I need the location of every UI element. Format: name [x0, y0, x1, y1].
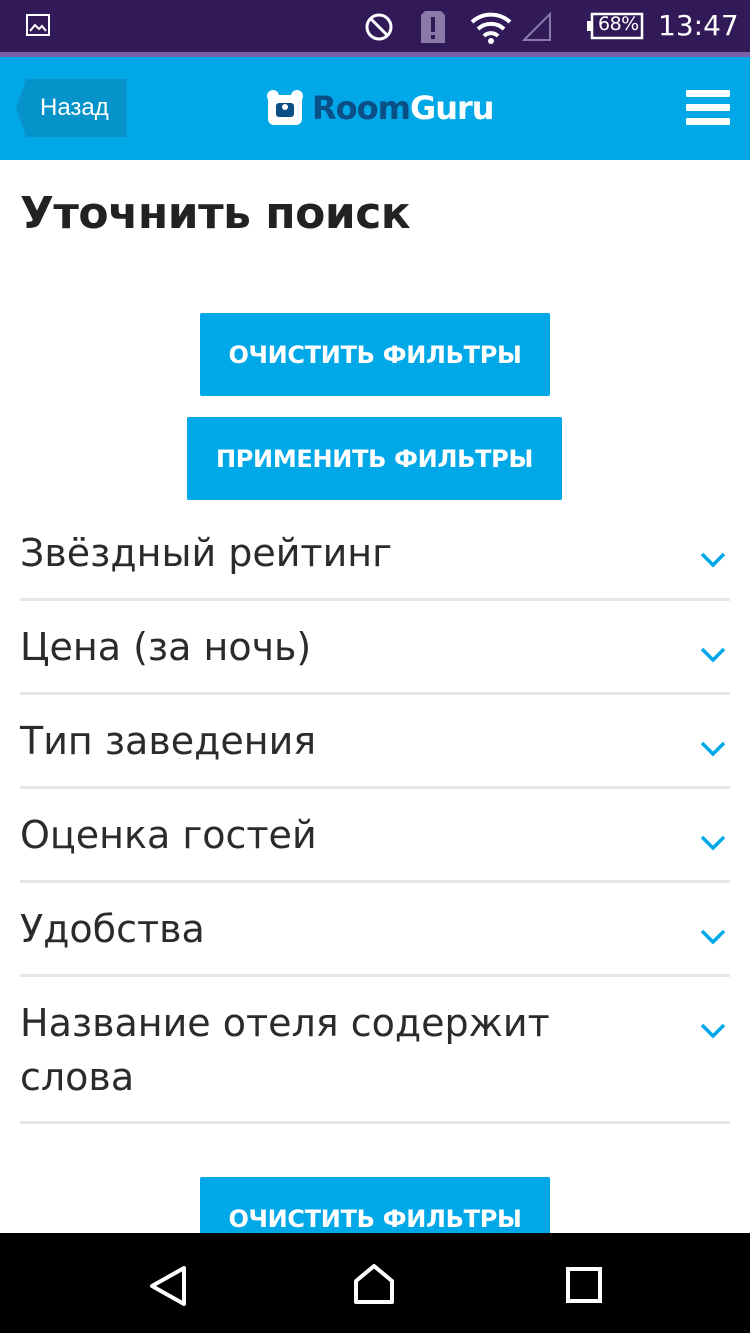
wifi-icon [470, 12, 512, 44]
hamburger-menu-icon[interactable] [686, 90, 730, 128]
back-button-label: Назад [40, 94, 109, 121]
logo-text: RoomGuru [312, 89, 495, 127]
do-not-disturb-icon [365, 13, 393, 41]
chevron-down-icon [700, 835, 726, 851]
back-button[interactable]: Назад [16, 79, 127, 137]
filter-label: Удобства [20, 907, 205, 951]
navigation-bar [0, 1233, 750, 1333]
menu-line [686, 90, 730, 97]
filter-hotel-name[interactable]: Название отеля содержит слова [20, 977, 730, 1124]
alert-icon [421, 11, 445, 43]
menu-line [686, 104, 730, 111]
chevron-down-icon [700, 929, 726, 945]
filter-property-type[interactable]: Тип заведения [20, 695, 730, 789]
nav-recent-apps-icon[interactable] [566, 1267, 602, 1303]
clear-filters-button[interactable]: ОЧИСТИТЬ ФИЛЬТРЫ [200, 313, 550, 396]
logo-text-room: Room [312, 89, 411, 127]
filter-price-per-night[interactable]: Цена (за ночь) [20, 601, 730, 695]
filter-label: Звёздный рейтинг [20, 531, 393, 575]
roomguru-logo: RoomGuru [266, 85, 495, 131]
logo-text-guru: Guru [409, 89, 495, 127]
filter-label: Тип заведения [20, 719, 317, 763]
chevron-down-icon [700, 647, 726, 663]
filter-label: Оценка гостей [20, 813, 317, 857]
bear-logo-icon [267, 90, 303, 125]
chevron-down-icon [700, 741, 726, 757]
chevron-down-icon [700, 552, 726, 568]
signal-icon [522, 12, 551, 41]
filter-guest-rating[interactable]: Оценка гостей [20, 789, 730, 883]
filter-star-rating[interactable]: Звёздный рейтинг [20, 500, 730, 601]
apply-filters-button[interactable]: ПРИМЕНИТЬ ФИЛЬТРЫ [187, 417, 562, 500]
chevron-down-icon [700, 1023, 726, 1039]
battery-level: 68% [598, 13, 639, 35]
clock: 13:47 [658, 9, 739, 42]
filter-amenities[interactable]: Удобства [20, 883, 730, 977]
filter-label: Название отеля содержит слова [20, 1001, 550, 1099]
app-header: Назад RoomGuru [0, 57, 750, 160]
gallery-icon [26, 14, 50, 36]
nav-back-icon[interactable] [148, 1266, 188, 1306]
menu-line [686, 118, 730, 125]
status-bar: 68% 13:47 [0, 0, 750, 57]
filter-list: Звёздный рейтинг Цена (за ночь) Тип заве… [20, 500, 730, 1124]
nav-home-icon[interactable] [352, 1263, 396, 1305]
page-title: Уточнить поиск [20, 188, 411, 239]
filter-label: Цена (за ночь) [20, 625, 312, 669]
